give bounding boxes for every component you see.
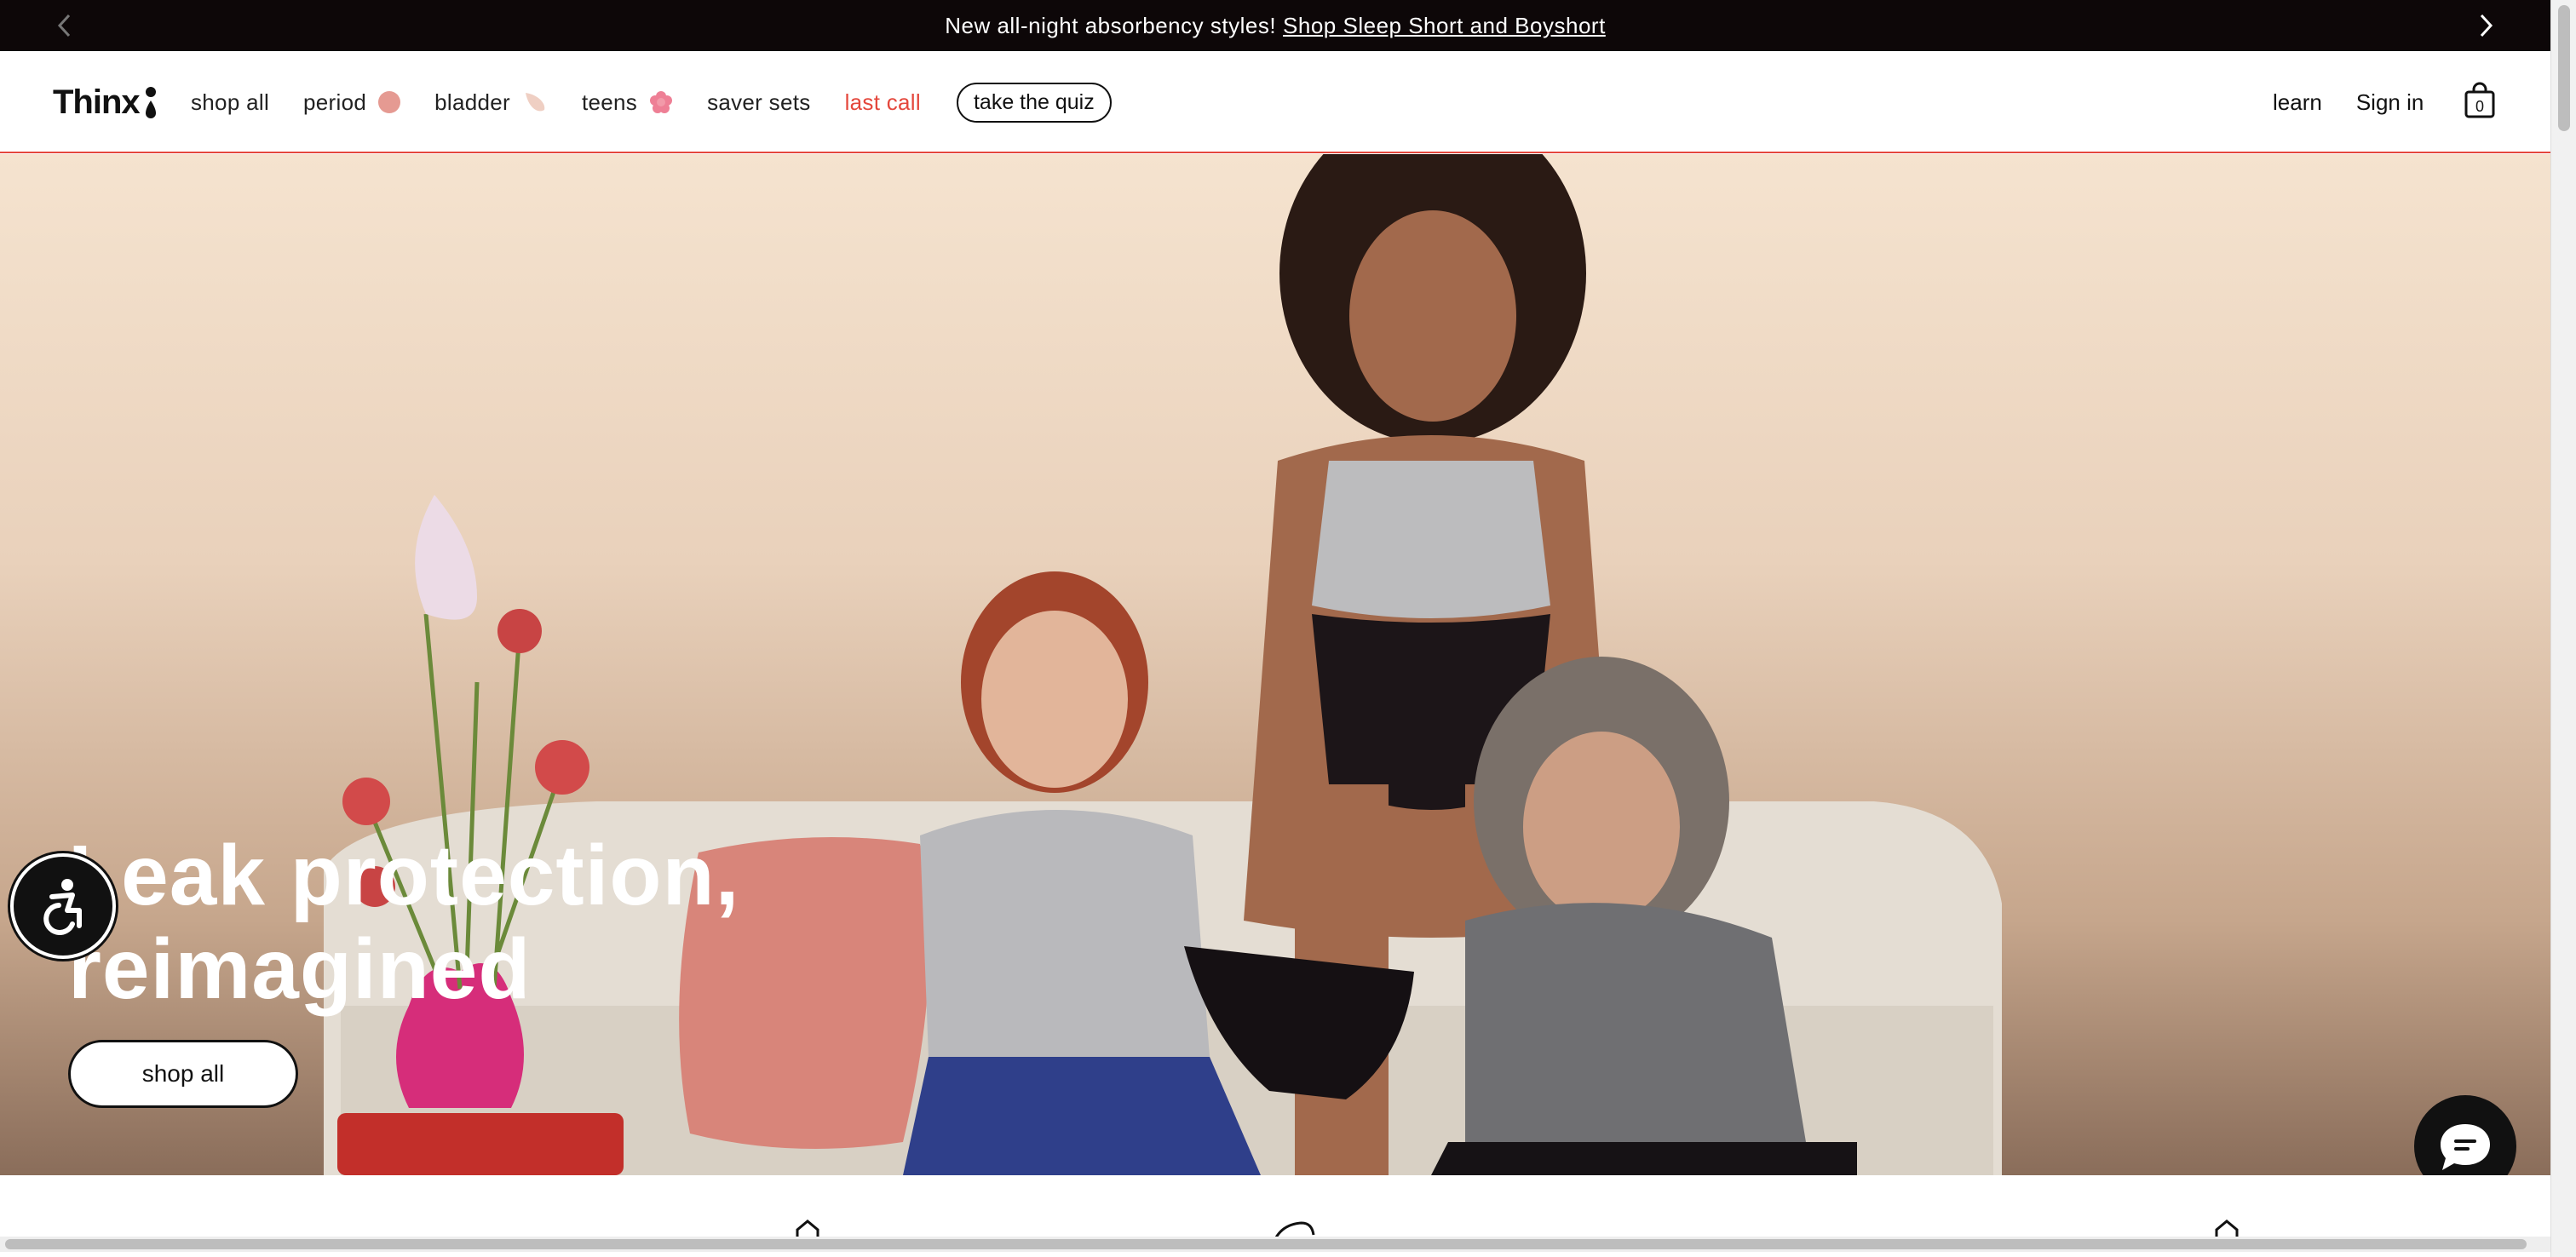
account-nav: learn Sign in bbox=[2273, 51, 2458, 153]
nav-teens[interactable]: teens bbox=[582, 89, 673, 116]
hero-shop-all-button[interactable]: shop all bbox=[68, 1040, 298, 1108]
accessibility-button[interactable] bbox=[10, 853, 116, 959]
thinx-logo[interactable]: Thinx bbox=[53, 80, 157, 124]
hero-title-line2: reimagined bbox=[68, 921, 532, 1017]
vertical-scroll-thumb[interactable] bbox=[2558, 5, 2570, 131]
hero-title: Leak protection, reimagined bbox=[68, 829, 739, 1016]
logo-text: Thinx bbox=[53, 83, 141, 121]
chevron-left-icon[interactable] bbox=[39, 0, 90, 51]
take-quiz-button[interactable]: take the quiz bbox=[956, 82, 1112, 123]
nav-label: last call bbox=[844, 89, 921, 115]
site-header: Thinx shop all period bladder teens save… bbox=[0, 51, 2550, 153]
horizontal-scrollbar[interactable] bbox=[0, 1237, 2550, 1252]
bladder-drop-icon bbox=[525, 93, 545, 112]
period-dot-icon bbox=[378, 91, 401, 113]
chat-bubble-icon bbox=[2441, 1124, 2490, 1170]
learn-link[interactable]: learn bbox=[2273, 89, 2322, 116]
shopping-bag-icon: 0 bbox=[2464, 82, 2495, 118]
hero-title-line1: Leak protection, bbox=[68, 828, 740, 923]
nav-saver-sets[interactable]: saver sets bbox=[707, 89, 811, 116]
cart-button[interactable]: 0 bbox=[2464, 82, 2496, 119]
logo-drop-icon bbox=[145, 87, 156, 118]
hero-banner: Leak protection, reimagined shop all bbox=[0, 154, 2550, 1175]
nav-label: teens bbox=[581, 89, 638, 115]
announcement-bar: New all-night absorbency styles! Shop Sl… bbox=[0, 0, 2550, 51]
hero-photo bbox=[324, 154, 2002, 1175]
accessibility-icon bbox=[43, 879, 82, 935]
nav-last-call[interactable]: last call bbox=[845, 89, 921, 116]
sign-in-link[interactable]: Sign in bbox=[2356, 89, 2424, 116]
nav-bladder[interactable]: bladder bbox=[434, 89, 548, 116]
nav-label: period bbox=[303, 89, 367, 115]
nav-label: saver sets bbox=[707, 89, 811, 115]
horizontal-scroll-thumb[interactable] bbox=[5, 1239, 2527, 1249]
nav-shop-all[interactable]: shop all bbox=[191, 89, 269, 116]
chevron-right-icon[interactable] bbox=[2460, 0, 2511, 51]
main-nav: shop all period bladder teens saver sets… bbox=[191, 51, 1112, 153]
nav-period[interactable]: period bbox=[303, 89, 401, 116]
announcement-link[interactable]: Shop Sleep Short and Boyshort bbox=[1283, 13, 1606, 39]
announcement-text: New all-night absorbency styles! bbox=[945, 12, 1277, 38]
nav-label: shop all bbox=[191, 89, 270, 115]
teens-flower-icon bbox=[650, 91, 673, 113]
nav-label: bladder bbox=[434, 89, 510, 115]
vertical-scrollbar[interactable] bbox=[2550, 0, 2576, 1257]
cart-count: 0 bbox=[2475, 98, 2484, 115]
